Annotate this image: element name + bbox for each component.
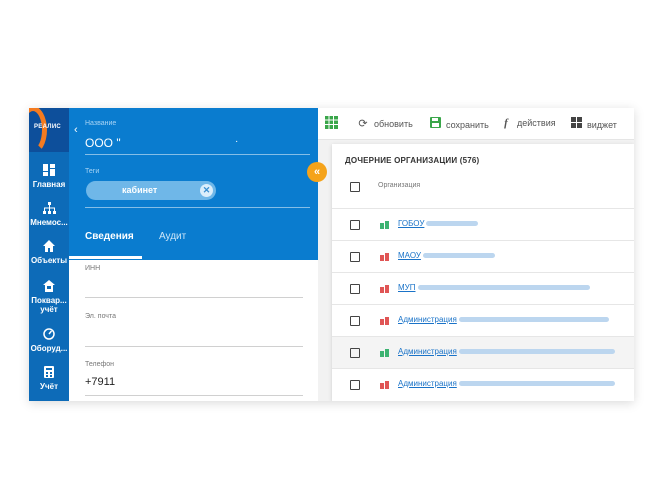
row-checkbox[interactable] [350, 252, 360, 262]
building-icon [380, 253, 389, 261]
close-icon[interactable]: ✕ [200, 184, 213, 197]
main-nav: РЕАЛИС Главная Мнемос... Объекты Поквар.… [29, 108, 69, 401]
building-icon [380, 285, 389, 293]
tags-label: Теги [85, 168, 100, 175]
nav-label: Оборуд... [30, 344, 68, 353]
org-link[interactable]: МУП [398, 283, 590, 292]
name-field[interactable]: ООО " [85, 136, 121, 150]
widgets-label: виджет [587, 120, 617, 130]
building-icon [380, 381, 389, 389]
grid-icon[interactable] [325, 116, 338, 131]
table-row[interactable]: ГОБОУ [332, 208, 634, 240]
row-checkbox[interactable] [350, 380, 360, 390]
dashboard-icon [42, 164, 56, 178]
app-window: РЕАЛИС Главная Мнемос... Объекты Поквар.… [29, 108, 634, 401]
divider [85, 207, 310, 208]
widgets-icon [570, 117, 582, 131]
nav-item-apartments[interactable]: Поквар... учёт [29, 280, 69, 314]
nav-item-mnemo[interactable]: Мнемос... [29, 202, 69, 227]
tab-indicator [69, 256, 142, 259]
actions-label: действия [517, 118, 556, 128]
org-link[interactable]: МАОУ [398, 251, 495, 260]
inn-field[interactable] [85, 297, 303, 298]
nav-label: Учёт [40, 382, 58, 391]
org-link[interactable]: Администрация [398, 347, 615, 356]
column-header-org: Организация [378, 182, 421, 189]
building-icon [380, 317, 389, 325]
divider [85, 395, 303, 396]
nav-item-accounting[interactable]: Учёт [29, 366, 69, 391]
table-row[interactable]: МУП [332, 272, 634, 304]
logo[interactable]: РЕАЛИС [29, 108, 69, 152]
logo-text: РЕАЛИС [34, 124, 62, 130]
widgets-button[interactable]: виджет [570, 117, 617, 131]
nav-item-home[interactable]: Главная [29, 164, 69, 189]
row-checkbox[interactable] [350, 220, 360, 230]
nav-label: Мнемос... [30, 218, 68, 227]
row-checkbox[interactable] [350, 284, 360, 294]
table-row[interactable]: Администрация [332, 368, 634, 400]
gauge-icon [42, 328, 56, 342]
org-link[interactable]: ГОБОУ [398, 219, 479, 228]
phone-field[interactable]: +7911 [85, 376, 115, 388]
email-field[interactable] [85, 346, 303, 347]
inn-label: ИНН [85, 265, 101, 272]
row-checkbox[interactable] [350, 316, 360, 326]
building-icon [42, 280, 56, 294]
refresh-button[interactable]: ⟳ обновить [357, 117, 413, 130]
save-label: сохранить [446, 120, 489, 130]
nav-item-equipment[interactable]: Оборуд... [29, 328, 69, 353]
refresh-icon: ⟳ [358, 118, 368, 130]
refresh-label: обновить [374, 119, 413, 129]
collapse-panel-button[interactable]: « [307, 162, 327, 182]
name-label: Название [85, 120, 117, 127]
calculator-icon [42, 366, 56, 380]
cursor-dot: · [235, 136, 239, 147]
function-icon: f [504, 117, 508, 129]
detail-panel: ‹ Название ООО " · Теги кабинет ✕ Сведен… [69, 108, 318, 401]
divider [85, 154, 310, 155]
select-all-checkbox[interactable] [350, 182, 360, 192]
table-row[interactable]: Администрация [332, 336, 634, 368]
back-icon[interactable]: ‹ [74, 124, 78, 136]
save-icon [429, 117, 441, 131]
home-icon [42, 240, 56, 254]
org-link[interactable]: Администрация [398, 315, 609, 324]
nav-label: Поквар... учёт [31, 296, 67, 314]
nav-label: Главная [32, 180, 66, 189]
nav-label: Объекты [30, 256, 68, 265]
phone-label: Телефон [85, 361, 115, 368]
building-icon [380, 349, 389, 357]
tag-label: кабинет [122, 185, 158, 195]
tab-audit[interactable]: Аудит [159, 231, 186, 242]
org-link[interactable]: Администрация [398, 379, 615, 388]
toolbar: ⟳ обновить сохранить f действия виджет [318, 108, 634, 140]
card-title: ДОЧЕРНИЕ ОРГАНИЗАЦИИ (576) [345, 156, 480, 165]
email-label: Эл. почта [85, 313, 116, 320]
actions-button[interactable]: f действия [500, 117, 556, 129]
row-checkbox[interactable] [350, 348, 360, 358]
detail-header: ‹ Название ООО " · Теги кабинет ✕ Сведен… [69, 108, 318, 260]
table-row[interactable]: Администрация [332, 304, 634, 336]
building-icon [380, 221, 389, 229]
sitemap-icon [42, 202, 56, 216]
save-button[interactable]: сохранить [429, 117, 489, 131]
nav-item-objects[interactable]: Объекты [29, 240, 69, 265]
tag-chip[interactable]: кабинет ✕ [86, 181, 216, 200]
table-row[interactable]: МАОУ [332, 240, 634, 272]
child-orgs-card: ДОЧЕРНИЕ ОРГАНИЗАЦИИ (576) Организация Г… [332, 144, 634, 401]
tab-info[interactable]: Сведения [85, 231, 134, 242]
